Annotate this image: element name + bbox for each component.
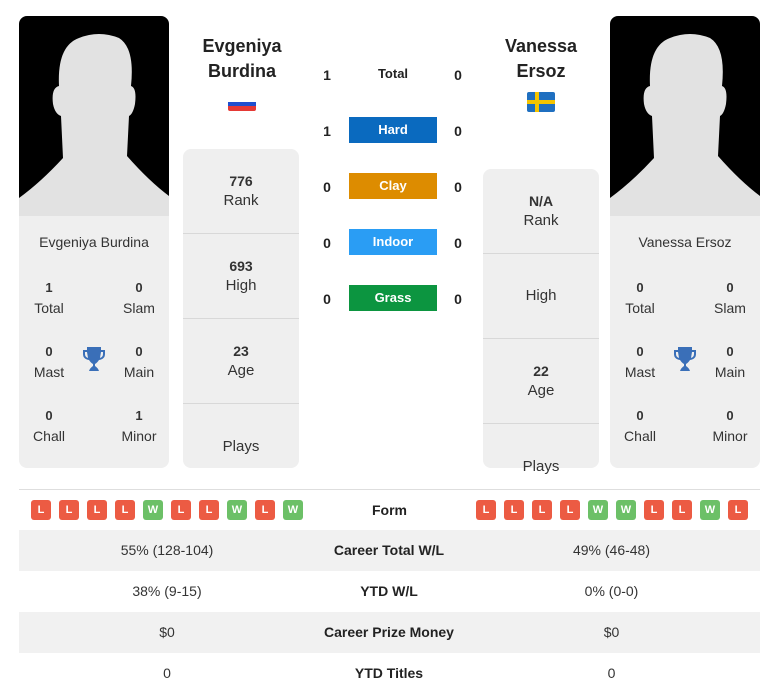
form-badge-win[interactable]: W bbox=[616, 500, 636, 520]
form-badge-win[interactable]: W bbox=[143, 500, 163, 520]
form-badge-loss[interactable]: L bbox=[672, 500, 692, 520]
comparison-row-prize-money: $0 Career Prize Money $0 bbox=[19, 612, 760, 653]
form-badge-win[interactable]: W bbox=[700, 500, 720, 520]
russia-flag-icon bbox=[228, 97, 256, 111]
form-badge-loss[interactable]: L bbox=[532, 500, 552, 520]
titles-chall-right: 0 Chall bbox=[624, 408, 656, 444]
form-badge-loss[interactable]: L bbox=[199, 500, 219, 520]
form-badge-loss[interactable]: L bbox=[87, 500, 107, 520]
comparison-row-ytd-wl: 38% (9-15) YTD W/L 0% (0-0) bbox=[132, 583, 639, 599]
form-badge-loss[interactable]: L bbox=[59, 500, 79, 520]
titles-chall-left: 0 Chall bbox=[33, 408, 65, 444]
titles-minor-left: 1 Minor bbox=[121, 408, 157, 444]
player-photo-right bbox=[610, 16, 760, 216]
form-row: LLLLWLLWLW Form LLLLWWLLWL bbox=[19, 490, 760, 530]
player-heading-left[interactable]: Evgeniya Burdina bbox=[182, 34, 302, 84]
form-badge-loss[interactable]: L bbox=[560, 500, 580, 520]
form-badge-loss[interactable]: L bbox=[644, 500, 664, 520]
trophy-icon bbox=[674, 347, 696, 371]
form-badge-loss[interactable]: L bbox=[31, 500, 51, 520]
stat-plays-left: Plays bbox=[222, 437, 260, 455]
surface-grass-badge[interactable]: Grass bbox=[349, 285, 437, 311]
stat-age-right: 22 Age bbox=[483, 339, 599, 424]
sweden-flag-icon bbox=[527, 92, 555, 112]
form-label: Form bbox=[372, 502, 407, 518]
titles-mast-left: 0 Mast bbox=[33, 344, 65, 380]
player-photo-left bbox=[19, 16, 169, 216]
surface-hard-badge[interactable]: Hard bbox=[349, 117, 437, 143]
form-badge-win[interactable]: W bbox=[283, 500, 303, 520]
form-badge-loss[interactable]: L bbox=[171, 500, 191, 520]
titles-slam-left: 0 Slam bbox=[123, 280, 155, 316]
form-badge-loss[interactable]: L bbox=[255, 500, 275, 520]
form-badge-loss[interactable]: L bbox=[476, 500, 496, 520]
titles-minor-right: 0 Minor bbox=[712, 408, 748, 444]
stat-rank-left: 776 Rank bbox=[183, 149, 299, 234]
stat-high-right: High bbox=[483, 254, 599, 339]
stat-rank-right: N/A Rank bbox=[483, 169, 599, 254]
titles-total-left: 1 Total bbox=[34, 280, 64, 316]
stats-column-right: N/A Rank High 22 Age Plays bbox=[483, 169, 599, 475]
surface-clay-badge[interactable]: Clay bbox=[349, 173, 437, 199]
titles-mast-right: 0 Mast bbox=[624, 344, 656, 380]
player-heading-right[interactable]: Vanessa Ersoz bbox=[481, 34, 601, 84]
player-card-left: Evgeniya Burdina 1 Total 0 Slam 0 Mast 0 Mai… bbox=[19, 216, 169, 468]
form-badge-win[interactable]: W bbox=[227, 500, 247, 520]
form-badge-loss[interactable]: L bbox=[728, 500, 748, 520]
silhouette-icon bbox=[610, 34, 760, 216]
comparison-row-ytd-titles: 0 YTD Titles 0 bbox=[163, 665, 616, 681]
silhouette-icon bbox=[19, 34, 169, 216]
stats-column-left: 776 Rank 693 High 23 Age Plays bbox=[183, 149, 299, 468]
titles-main-right: 0 Main bbox=[714, 344, 746, 380]
stat-age-left: 23 Age bbox=[183, 319, 299, 404]
player-name-left[interactable]: Evgeniya Burdina bbox=[19, 234, 169, 250]
titles-total-right: 0 Total bbox=[625, 280, 655, 316]
comparison-row-career-wl: 55% (128-104) Career Total W/L 49% (46-4… bbox=[19, 530, 760, 571]
titles-slam-right: 0 Slam bbox=[714, 280, 746, 316]
stat-high-left: 693 High bbox=[183, 234, 299, 319]
player-card-right: Vanessa Ersoz 0 Total 0 Slam 0 Mast 0 Main 0… bbox=[610, 216, 760, 468]
form-badge-win[interactable]: W bbox=[588, 500, 608, 520]
trophy-icon bbox=[83, 347, 105, 371]
form-badge-loss[interactable]: L bbox=[115, 500, 135, 520]
player-name-right[interactable]: Vanessa Ersoz bbox=[610, 234, 760, 250]
surface-indoor-badge[interactable]: Indoor bbox=[349, 229, 437, 255]
titles-main-left: 0 Main bbox=[123, 344, 155, 380]
form-badge-loss[interactable]: L bbox=[504, 500, 524, 520]
